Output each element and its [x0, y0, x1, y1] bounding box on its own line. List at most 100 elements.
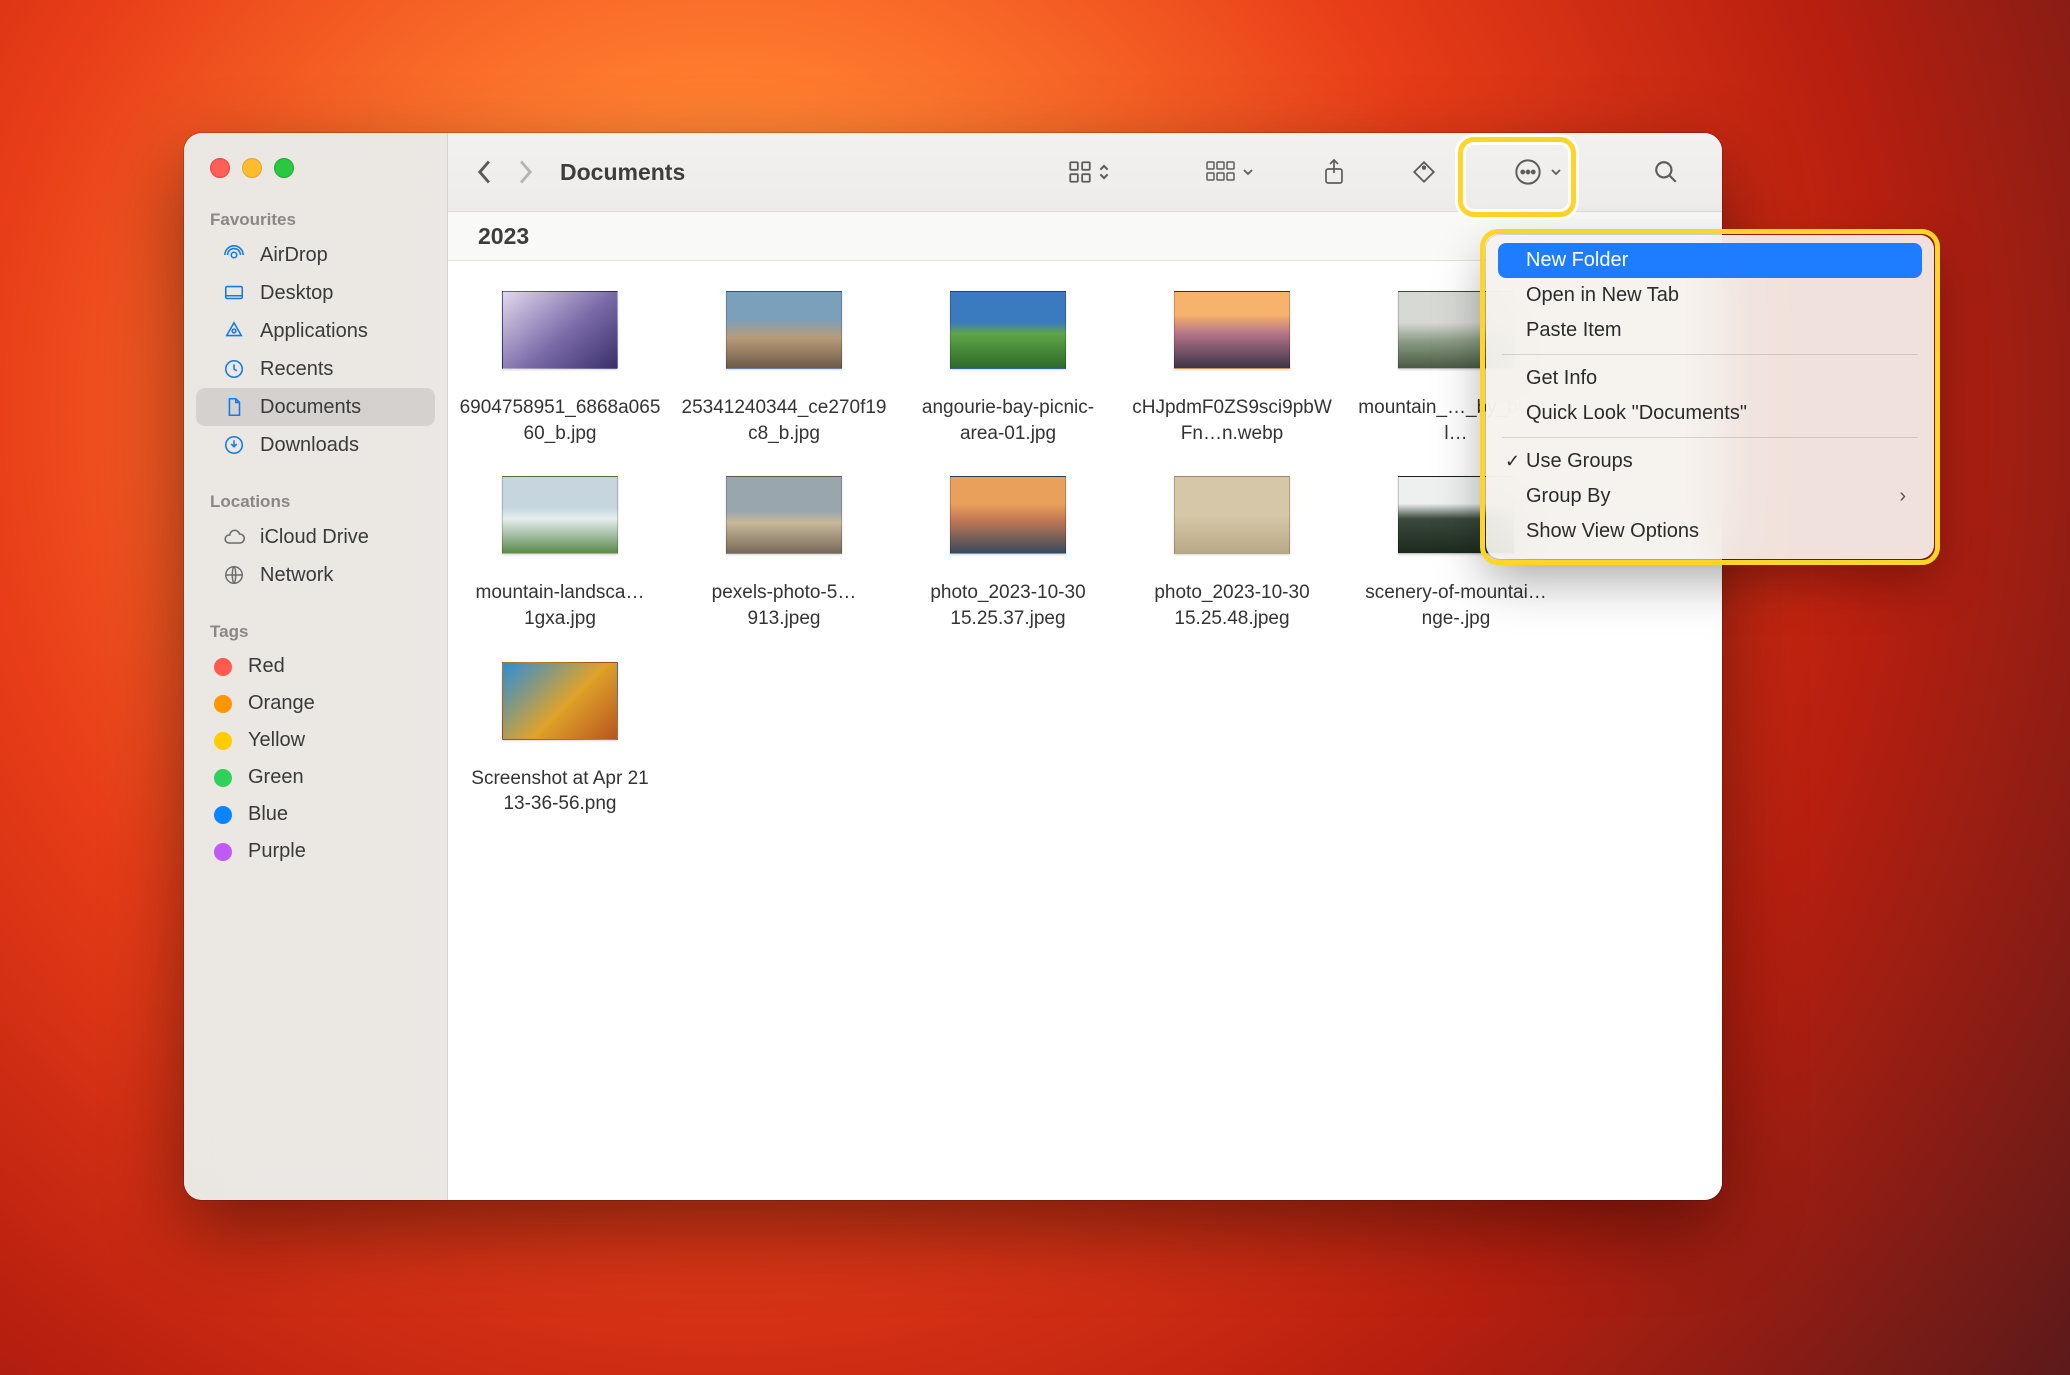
- tag-purple[interactable]: Purple: [184, 833, 447, 870]
- tag-red[interactable]: Red: [184, 648, 447, 685]
- file-item[interactable]: photo_2023-10-30 15.25.48.jpeg: [1120, 476, 1344, 631]
- chevron-right-icon: ›: [1899, 485, 1906, 508]
- tag-icon: [1411, 159, 1437, 185]
- toolbar: Documents: [448, 133, 1722, 212]
- menu-item[interactable]: Show View Options: [1498, 514, 1922, 549]
- fullscreen-window-button[interactable]: [274, 158, 294, 178]
- menu-divider: [1502, 437, 1918, 438]
- file-name: cHJpdmF0ZS9sci9pbWFn…n.webp: [1127, 395, 1337, 446]
- share-icon: [1322, 158, 1346, 186]
- tag-yellow[interactable]: Yellow: [184, 722, 447, 759]
- group-grid-icon: [1206, 161, 1236, 183]
- more-actions-button[interactable]: [1506, 152, 1570, 192]
- menu-item[interactable]: Quick Look "Documents": [1498, 396, 1922, 431]
- file-thumbnail: [950, 291, 1066, 369]
- tag-label: Purple: [248, 840, 306, 863]
- locations-header: Locations: [184, 484, 447, 518]
- sidebar-item-label: iCloud Drive: [260, 526, 369, 549]
- tag-orange[interactable]: Orange: [184, 685, 447, 722]
- desktop-icon: [222, 281, 246, 305]
- back-button[interactable]: [470, 154, 500, 190]
- menu-item-label: Open in New Tab: [1526, 284, 1679, 307]
- cloud-icon: [222, 525, 246, 549]
- check-icon: ✓: [1505, 451, 1520, 472]
- search-button[interactable]: [1638, 152, 1694, 192]
- sidebar-item-desktop[interactable]: Desktop: [196, 274, 435, 312]
- sidebar-item-label: Desktop: [260, 282, 333, 305]
- airdrop-icon: [222, 243, 246, 267]
- window-title: Documents: [560, 159, 685, 186]
- tag-dot-icon: [214, 732, 232, 750]
- file-item[interactable]: angourie-bay-picnic-area-01.jpg: [896, 291, 1120, 446]
- menu-item-label: Use Groups: [1526, 450, 1633, 473]
- menu-item-label: Get Info: [1526, 367, 1597, 390]
- menu-item[interactable]: New Folder: [1498, 243, 1922, 278]
- ellipsis-circle-icon: [1514, 158, 1542, 186]
- sidebar-item-label: Downloads: [260, 434, 359, 457]
- menu-item[interactable]: Get Info: [1498, 361, 1922, 396]
- file-item[interactable]: 25341240344_ce270f19c8_b.jpg: [672, 291, 896, 446]
- file-thumbnail: [726, 476, 842, 554]
- tag-label: Orange: [248, 692, 315, 715]
- file-thumbnail: [502, 291, 618, 369]
- globe-icon: [222, 563, 246, 587]
- menu-divider: [1502, 354, 1918, 355]
- sidebar-item-network[interactable]: Network: [196, 556, 435, 594]
- file-name: photo_2023-10-30 15.25.48.jpeg: [1127, 580, 1337, 631]
- file-thumbnail: [726, 291, 842, 369]
- tag-dot-icon: [214, 843, 232, 861]
- file-thumbnail: [950, 476, 1066, 554]
- menu-item[interactable]: ✓ Use Groups: [1498, 444, 1922, 479]
- file-thumbnail: [502, 476, 618, 554]
- file-name: photo_2023-10-30 15.25.37.jpeg: [903, 580, 1113, 631]
- tag-label: Blue: [248, 803, 288, 826]
- sidebar-item-label: AirDrop: [260, 244, 328, 267]
- tag-dot-icon: [214, 769, 232, 787]
- file-thumbnail: [1174, 291, 1290, 369]
- context-menu: New Folder Open in New Tab Paste Item Get I…: [1486, 235, 1934, 559]
- sidebar-item-label: Recents: [260, 358, 333, 381]
- tag-blue[interactable]: Blue: [184, 796, 447, 833]
- tag-green[interactable]: Green: [184, 759, 447, 796]
- menu-item-label: Show View Options: [1526, 520, 1699, 543]
- file-thumbnail: [1174, 476, 1290, 554]
- chevron-down-icon: [1242, 167, 1254, 177]
- sidebar-item-label: Applications: [260, 320, 368, 343]
- file-item[interactable]: pexels-photo-5…913.jpeg: [672, 476, 896, 631]
- menu-item[interactable]: Group By›: [1498, 479, 1922, 514]
- tags-button[interactable]: [1396, 152, 1452, 192]
- sidebar-item-documents[interactable]: Documents: [196, 388, 435, 426]
- search-icon: [1653, 159, 1679, 185]
- close-window-button[interactable]: [210, 158, 230, 178]
- menu-item[interactable]: Paste Item: [1498, 313, 1922, 348]
- tags-header: Tags: [184, 614, 447, 648]
- icon-view-button[interactable]: [1059, 152, 1118, 192]
- menu-item-label: Paste Item: [1526, 319, 1622, 342]
- window-controls: [184, 158, 447, 202]
- applications-icon: [222, 319, 246, 343]
- file-name: scenery-of-mountai…nge-.jpg: [1351, 580, 1561, 631]
- file-name: Screenshot at Apr 21 13-36-56.png: [455, 766, 665, 817]
- file-item[interactable]: Screenshot at Apr 21 13-36-56.png: [448, 662, 672, 817]
- sidebar-item-applications[interactable]: Applications: [196, 312, 435, 350]
- tag-label: Yellow: [248, 729, 305, 752]
- group-view-button[interactable]: [1198, 152, 1262, 192]
- file-item[interactable]: photo_2023-10-30 15.25.37.jpeg: [896, 476, 1120, 631]
- menu-item-label: New Folder: [1526, 249, 1628, 272]
- sidebar-item-downloads[interactable]: Downloads: [196, 426, 435, 464]
- forward-button[interactable]: [510, 154, 540, 190]
- file-item[interactable]: mountain-landsca…1gxa.jpg: [448, 476, 672, 631]
- file-item[interactable]: cHJpdmF0ZS9sci9pbWFn…n.webp: [1120, 291, 1344, 446]
- sidebar-item-airdrop[interactable]: AirDrop: [196, 236, 435, 274]
- share-button[interactable]: [1306, 152, 1362, 192]
- sidebar-item-recents[interactable]: Recents: [196, 350, 435, 388]
- file-item[interactable]: 6904758951_6868a06560_b.jpg: [448, 291, 672, 446]
- sidebar-item-label: Documents: [260, 396, 361, 419]
- updown-icon: [1098, 162, 1110, 182]
- minimize-window-button[interactable]: [242, 158, 262, 178]
- file-thumbnail: [502, 662, 618, 740]
- grid-icon: [1067, 159, 1093, 185]
- menu-item[interactable]: Open in New Tab: [1498, 278, 1922, 313]
- sidebar-item-icloud[interactable]: iCloud Drive: [196, 518, 435, 556]
- document-icon: [222, 395, 246, 419]
